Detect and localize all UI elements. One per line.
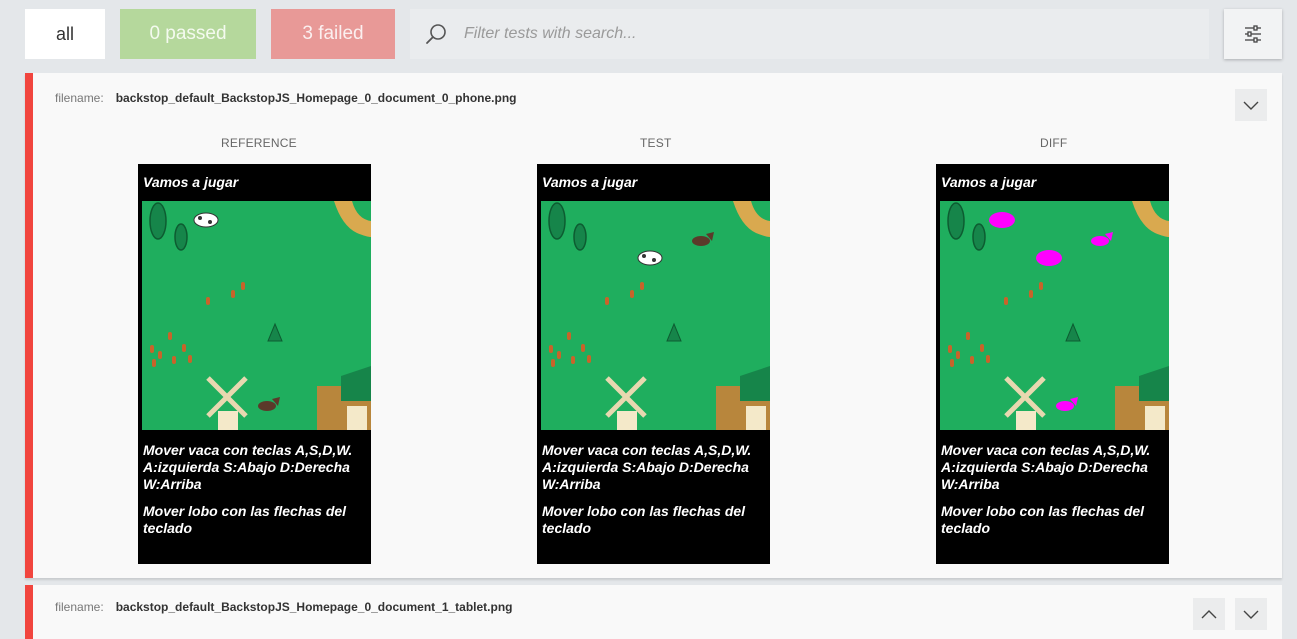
settings-sliders-icon <box>1245 25 1261 43</box>
test-card: filename: backstop_default_BackstopJS_Ho… <box>25 73 1282 578</box>
wolf-instructions: Mover lobo con las flechas del teclado <box>143 503 347 536</box>
chevron-down-icon <box>1243 610 1259 619</box>
test-image[interactable]: Vamos a jugar Mover vaca con teclas A,S,… <box>537 164 770 564</box>
cow-icon <box>637 250 663 266</box>
toolbar: all 0 passed 3 failed <box>25 9 1282 59</box>
cow-instructions: Mover vaca con teclas A,S,D,W. A:izquier… <box>941 442 1151 492</box>
filename-value: backstop_default_BackstopJS_Homepage_0_d… <box>115 600 513 614</box>
cow-icon <box>193 212 219 228</box>
wolf-instructions: Mover lobo con las flechas del teclado <box>941 503 1145 536</box>
screenshot-title: Vamos a jugar <box>941 174 1037 190</box>
game-field <box>142 201 371 430</box>
search-box[interactable] <box>410 9 1209 59</box>
screenshot-title: Vamos a jugar <box>542 174 638 190</box>
screenshot-title: Vamos a jugar <box>143 174 239 190</box>
wolf-icon <box>692 232 714 246</box>
wolf-instructions: Mover lobo con las flechas del teclado <box>542 503 746 536</box>
game-field <box>940 201 1169 430</box>
game-field <box>541 201 770 430</box>
chevron-up-icon <box>1201 610 1217 619</box>
diff-label: DIFF <box>1040 136 1068 150</box>
search-icon <box>426 24 446 44</box>
search-input[interactable] <box>464 25 1164 43</box>
filename-label: filename: <box>55 91 104 105</box>
filename-label: filename: <box>55 600 104 614</box>
reference-image[interactable]: Vamos a jugar Mover vaca con teclas A,S,… <box>138 164 371 564</box>
test-label: TEST <box>640 136 672 150</box>
filter-passed-button[interactable]: 0 passed <box>120 9 256 59</box>
settings-button[interactable] <box>1224 9 1282 59</box>
wolf-icon <box>258 397 280 411</box>
filename-row: filename: backstop_default_BackstopJS_Ho… <box>55 600 513 614</box>
scroll-up-button[interactable] <box>1193 598 1225 630</box>
cow-instructions: Mover vaca con teclas A,S,D,W. A:izquier… <box>542 442 752 492</box>
filter-all-button[interactable]: all <box>25 9 105 59</box>
expand-button[interactable] <box>1235 598 1267 630</box>
filename-row: filename: backstop_default_BackstopJS_Ho… <box>55 91 516 105</box>
chevron-down-icon <box>1243 101 1259 110</box>
test-card: filename: backstop_default_BackstopJS_Ho… <box>25 585 1282 639</box>
cow-instructions: Mover vaca con teclas A,S,D,W. A:izquier… <box>143 442 353 492</box>
filter-failed-button[interactable]: 3 failed <box>271 9 395 59</box>
diff-image[interactable]: Vamos a jugar Mover vaca con teclas A,S,… <box>936 164 1169 564</box>
expand-button[interactable] <box>1235 89 1267 121</box>
reference-label: REFERENCE <box>221 136 297 150</box>
filename-value: backstop_default_BackstopJS_Homepage_0_d… <box>115 91 517 105</box>
